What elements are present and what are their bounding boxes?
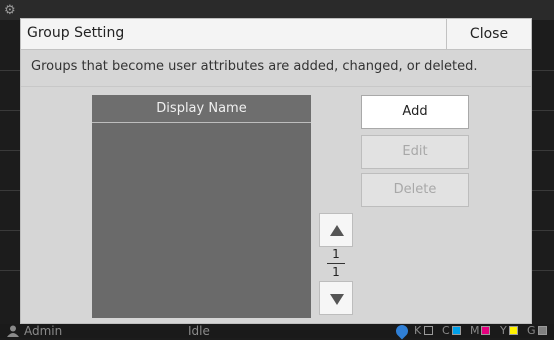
- page-total: 1: [332, 265, 340, 279]
- user-name: Admin: [24, 324, 63, 338]
- ink-c-label: C: [442, 324, 450, 337]
- dialog-title: Group Setting: [27, 25, 125, 41]
- gear-icon: ⚙: [4, 3, 16, 18]
- page-up-button[interactable]: [319, 213, 353, 247]
- ink-c-level: [452, 326, 461, 335]
- user-icon: [7, 325, 19, 337]
- page-down-button[interactable]: [319, 281, 353, 315]
- close-button[interactable]: Close: [446, 19, 531, 49]
- edit-button[interactable]: Edit: [361, 135, 469, 169]
- group-list-header: Display Name: [92, 95, 311, 123]
- ink-y-level: [509, 326, 518, 335]
- group-list[interactable]: [92, 123, 311, 318]
- dialog-description: Groups that become user attributes are a…: [31, 59, 478, 74]
- ink-k-label: K: [414, 324, 422, 337]
- delete-button[interactable]: Delete: [361, 173, 469, 207]
- ink-y-label: Y: [500, 324, 507, 337]
- page-fraction-rule: [327, 263, 345, 264]
- dialog-title-bar: Group Setting Close: [21, 19, 531, 50]
- page-current: 1: [332, 247, 340, 261]
- triangle-up-icon: [330, 225, 344, 236]
- ink-m-level: [481, 326, 490, 335]
- triangle-down-icon: [330, 294, 344, 305]
- add-button[interactable]: Add: [361, 95, 469, 129]
- group-setting-dialog: Group Setting Close Groups that become u…: [20, 18, 532, 324]
- status-bar: Admin Idle K C M Y G: [0, 322, 554, 340]
- machine-status: Idle: [188, 324, 210, 338]
- description-divider: [21, 86, 531, 87]
- background-top-bar: [0, 0, 554, 20]
- ink-k-level: [424, 326, 433, 335]
- ink-g-label: G: [527, 324, 536, 337]
- ink-g-level: [538, 326, 547, 335]
- ink-m-label: M: [470, 324, 480, 337]
- ink-drop-icon: [393, 322, 411, 340]
